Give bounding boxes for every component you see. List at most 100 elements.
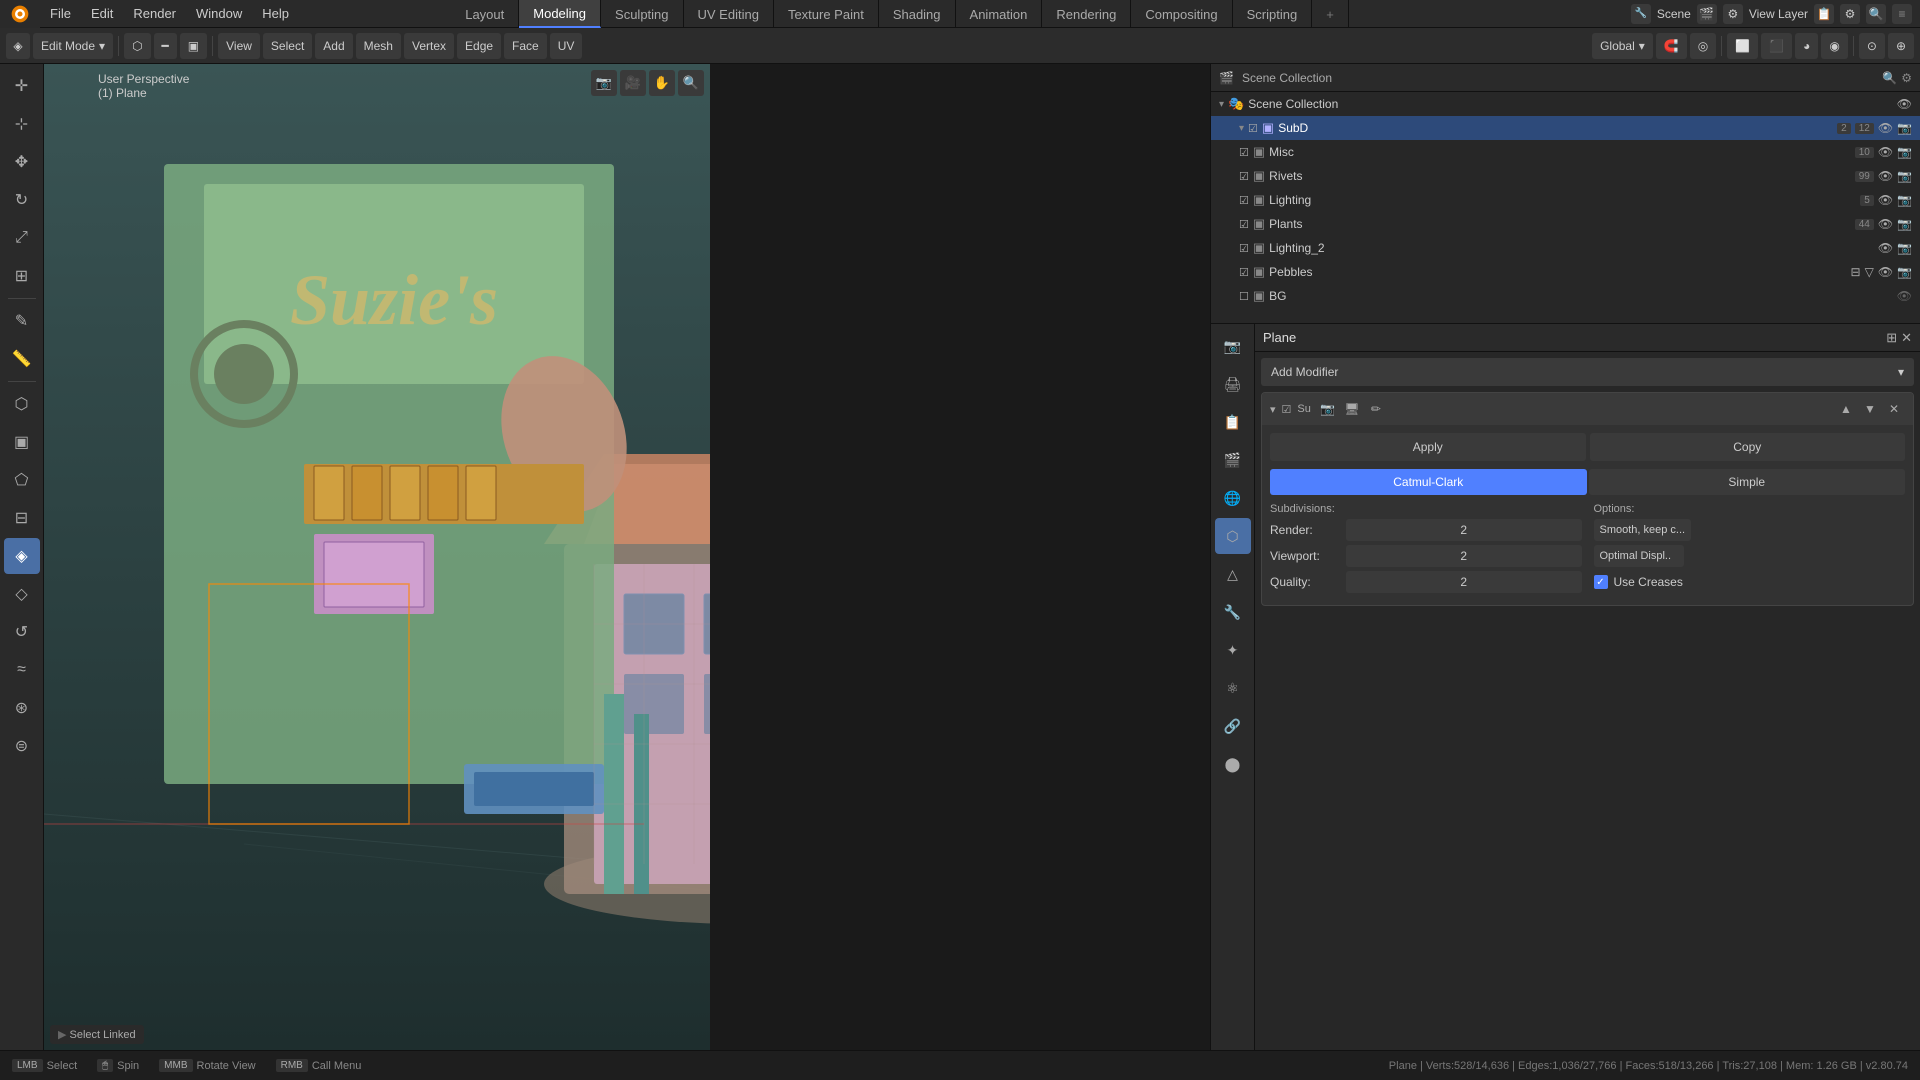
tool-extrude[interactable]: ⬡ <box>4 386 40 422</box>
misc-checkbox[interactable]: ☑ <box>1239 146 1249 159</box>
add-modifier-button[interactable]: Add Modifier ▾ <box>1261 358 1914 386</box>
gizmo-btn[interactable]: ⊕ <box>1888 33 1914 59</box>
tab-sculpting[interactable]: Sculpting <box>601 0 683 28</box>
view-layer-icon[interactable]: 📋 <box>1814 4 1834 24</box>
search-zoom-icon[interactable]: 🔍 <box>678 70 704 96</box>
bg-eye-icon[interactable]: 👁 <box>1897 289 1912 303</box>
search-icon[interactable]: 🔍 <box>1866 4 1886 24</box>
scene-label[interactable]: Scene <box>1657 7 1691 21</box>
tab-animation[interactable]: Animation <box>956 0 1043 28</box>
tab-modeling[interactable]: Modeling <box>519 0 601 28</box>
optimal-dropdown[interactable]: Optimal Displ.. <box>1594 545 1684 567</box>
toolbar-select-btn[interactable]: Select <box>263 33 312 59</box>
props-material-icon[interactable]: ⬤ <box>1215 746 1251 782</box>
wireframe-btn[interactable]: ⬜ <box>1727 33 1758 59</box>
modifier-camera-icon[interactable]: 📷 <box>1317 398 1339 420</box>
engine-select[interactable]: 🔧 <box>1631 4 1651 24</box>
scene-icon[interactable]: 🎬 <box>1697 4 1717 24</box>
tool-annotate[interactable]: ✎ <box>4 303 40 339</box>
props-output-icon[interactable]: 🖨 <box>1215 366 1251 402</box>
use-creases-checkbox[interactable]: ✓ <box>1594 575 1608 589</box>
viewport[interactable]: Suzie's <box>44 64 710 1050</box>
plants-eye-icon[interactable]: 👁 <box>1878 217 1893 231</box>
tool-knife[interactable]: ◈ <box>4 538 40 574</box>
pivot-selector[interactable]: Global▾ <box>1592 33 1653 59</box>
props-render-icon[interactable]: 📷 <box>1215 328 1251 364</box>
lighting-checkbox[interactable]: ☑ <box>1239 194 1249 207</box>
modifier-delete-icon[interactable]: ✕ <box>1883 398 1905 420</box>
menu-file[interactable]: File <box>40 0 81 28</box>
outliner-item-subd[interactable]: ▾ ☑ ▣ SubD 2 12 👁 📷 <box>1211 116 1920 140</box>
misc-render-icon[interactable]: 📷 <box>1897 145 1912 159</box>
misc-eye-icon[interactable]: 👁 <box>1878 145 1893 159</box>
outliner-item-rivets[interactable]: ☑ ▣ Rivets 99 👁 📷 <box>1211 164 1920 188</box>
apply-button[interactable]: Apply <box>1270 433 1586 461</box>
lighting2-checkbox[interactable]: ☑ <box>1239 242 1249 255</box>
eye-icon[interactable]: 👁 <box>1897 97 1912 111</box>
subd-render-icon[interactable]: 📷 <box>1897 121 1912 135</box>
hand-icon[interactable]: ✋ <box>649 70 675 96</box>
props-view-layer-icon[interactable]: 📋 <box>1215 404 1251 440</box>
pebbles-checkbox[interactable]: ☑ <box>1239 266 1249 279</box>
tool-move[interactable]: ✥ <box>4 144 40 180</box>
toolbar-icon-edge[interactable]: ━ <box>154 33 177 59</box>
menu-edit[interactable]: Edit <box>81 0 123 28</box>
menu-render[interactable]: Render <box>123 0 186 28</box>
scene-options[interactable]: ⚙ <box>1723 4 1743 24</box>
tool-scale[interactable]: ⤢ <box>4 220 40 256</box>
pebbles-eye-icon[interactable]: 👁 <box>1878 265 1893 279</box>
pebbles-filter2-icon[interactable]: ▽ <box>1865 265 1874 279</box>
tab-texture-paint[interactable]: Texture Paint <box>774 0 879 28</box>
tool-poly-build[interactable]: ◇ <box>4 576 40 612</box>
lighting-render-icon[interactable]: 📷 <box>1897 193 1912 207</box>
filter-icon[interactable]: ≡ <box>1892 4 1912 24</box>
subd-eye-icon[interactable]: 👁 <box>1878 121 1893 135</box>
outliner-item-lighting2[interactable]: ☑ ▣ Lighting_2 👁 📷 <box>1211 236 1920 260</box>
camera-icon[interactable]: 📷 <box>591 70 617 96</box>
outliner-settings-icon[interactable]: ⚙ <box>1901 71 1912 85</box>
modifier-viewport-icon[interactable]: 🖥 <box>1341 398 1363 420</box>
tool-measure[interactable]: 📏 <box>4 341 40 377</box>
props-header-close-icon[interactable]: ✕ <box>1901 330 1912 346</box>
tool-smooth[interactable]: ≈ <box>4 652 40 688</box>
tab-layout[interactable]: Layout <box>451 0 519 28</box>
tool-bevel[interactable]: ⬠ <box>4 462 40 498</box>
props-object-icon[interactable]: ⬡ <box>1215 518 1251 554</box>
lighting2-render-icon[interactable]: 📷 <box>1897 241 1912 255</box>
props-header-expand-icon[interactable]: ⊞ <box>1886 330 1897 346</box>
material-btn[interactable]: ◕ <box>1795 33 1818 59</box>
tool-cursor[interactable]: ⊹ <box>4 106 40 142</box>
modifier-move-up-icon[interactable]: ▲ <box>1835 398 1857 420</box>
outliner-item-misc[interactable]: ☑ ▣ Misc 10 👁 📷 <box>1211 140 1920 164</box>
smooth-dropdown[interactable]: Smooth, keep c... <box>1594 519 1692 541</box>
props-particles-icon[interactable]: ✦ <box>1215 632 1251 668</box>
catmull-clark-button[interactable]: Catmul-Clark <box>1270 469 1587 495</box>
overlay-btn[interactable]: ⊙ <box>1859 33 1885 59</box>
tab-compositing[interactable]: Compositing <box>1131 0 1232 28</box>
proportional-btn[interactable]: ◎ <box>1690 33 1716 59</box>
props-world-icon[interactable]: 🌐 <box>1215 480 1251 516</box>
props-modifier-icon[interactable]: 🔧 <box>1215 594 1251 630</box>
outliner-scene-collection[interactable]: ▾ 🎭 Scene Collection 👁 <box>1211 92 1920 116</box>
bg-checkbox[interactable]: ☐ <box>1239 290 1249 303</box>
simple-button[interactable]: Simple <box>1589 469 1906 495</box>
plants-render-icon[interactable]: 📷 <box>1897 217 1912 231</box>
copy-button[interactable]: Copy <box>1590 433 1906 461</box>
modifier-edit-icon[interactable]: ✏ <box>1365 398 1387 420</box>
toolbar-mesh-btn[interactable]: Mesh <box>356 33 401 59</box>
view-layer-options[interactable]: ⚙ <box>1840 4 1860 24</box>
tab-rendering[interactable]: Rendering <box>1042 0 1131 28</box>
props-scene-icon[interactable]: 🎬 <box>1215 442 1251 478</box>
render-camera-icon[interactable]: 🎥 <box>620 70 646 96</box>
toolbar-icon-face[interactable]: ▣ <box>180 33 207 59</box>
blender-logo[interactable] <box>0 0 40 28</box>
pebbles-filter1-icon[interactable]: ⊟ <box>1851 265 1861 279</box>
lighting-eye-icon[interactable]: 👁 <box>1878 193 1893 207</box>
tab-add[interactable]: + <box>1312 0 1349 28</box>
rivets-checkbox[interactable]: ☑ <box>1239 170 1249 183</box>
tool-push-pull[interactable]: ⊜ <box>4 728 40 764</box>
viewport-value[interactable]: 2 <box>1346 545 1582 567</box>
render-btn[interactable]: ◉ <box>1821 33 1847 59</box>
outliner-item-plants[interactable]: ☑ ▣ Plants 44 👁 📷 <box>1211 212 1920 236</box>
tab-shading[interactable]: Shading <box>879 0 956 28</box>
